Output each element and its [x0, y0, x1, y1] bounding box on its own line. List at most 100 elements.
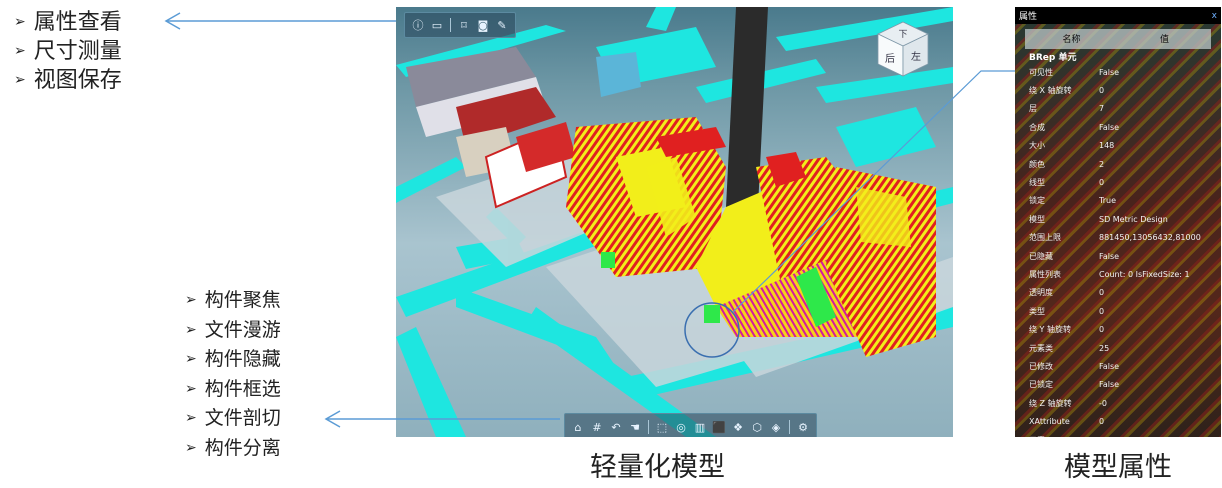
- property-row[interactable]: 可见性 False: [1015, 63, 1221, 81]
- property-value: 0: [1099, 325, 1105, 335]
- property-key: 绕 X 轴旋转: [1029, 86, 1072, 96]
- viewer-bottom-toolbar: ⌂ # ↶ ☚ ⬚ ◎ ▥ ⬛ ❖ ⬡ ◈ ⚙: [564, 413, 817, 437]
- view-cube-top-label[interactable]: 下: [898, 30, 907, 40]
- layers-icon[interactable]: ◈: [768, 419, 784, 435]
- view-cube-left-label[interactable]: 后: [885, 53, 895, 65]
- property-value: 0: [1099, 288, 1105, 298]
- hand-icon[interactable]: ☚: [627, 419, 643, 435]
- property-row[interactable]: 类型 0: [1015, 302, 1221, 320]
- property-key: 元素类: [1029, 343, 1053, 353]
- property-row[interactable]: 模型 SD Metric Design: [1015, 210, 1221, 228]
- close-icon[interactable]: x: [1212, 11, 1217, 21]
- feature-list-bottom: ➢ 构件聚焦 ➢ 文件漫游 ➢ 构件隐藏 ➢ 构件框选 ➢ 文件剖切 ➢ 构件分离: [185, 286, 281, 463]
- property-key: 线型: [1029, 178, 1045, 188]
- home-icon[interactable]: ⌂: [570, 419, 586, 435]
- model-scene[interactable]: [396, 7, 953, 437]
- property-row[interactable]: 锁定 True: [1015, 192, 1221, 210]
- explode-icon[interactable]: ❖: [730, 419, 746, 435]
- feature-bottom-item: ➢ 构件隐藏: [185, 345, 281, 375]
- property-value: -0: [1099, 398, 1107, 408]
- property-row[interactable]: 已修改 False: [1015, 357, 1221, 375]
- property-key: 绕 Z 轴旋转: [1029, 398, 1072, 408]
- feature-top-label: 属性查看: [33, 10, 122, 35]
- arrow-bullet-icon: ➢: [185, 351, 197, 367]
- property-row[interactable]: 颜色 2: [1015, 155, 1221, 173]
- arrow-bullet-icon: ➢: [14, 43, 26, 59]
- property-column-header: 名称 值: [1025, 29, 1211, 49]
- property-value: 0: [1099, 86, 1105, 96]
- camera-icon[interactable]: ◙: [475, 17, 491, 33]
- property-value: 0: [1099, 417, 1105, 427]
- feature-bottom-label: 构件分离: [204, 436, 281, 459]
- property-key: 元素 ID: [1015, 435, 1099, 438]
- property-value: Count: 0 IsFixedSize: 1: [1099, 269, 1190, 279]
- arrow-bullet-icon: ➢: [185, 439, 197, 456]
- property-row[interactable]: 大小 148: [1015, 137, 1221, 155]
- undo-icon[interactable]: ↶: [608, 419, 624, 435]
- feature-bottom-item: ➢ 构件分离: [185, 434, 281, 464]
- property-key: 绕 Y 轴旋转: [1029, 325, 1071, 335]
- feature-top-item: ➢ 视图保存: [14, 66, 122, 95]
- property-row[interactable]: 绕 Z 轴旋转 -0: [1015, 394, 1221, 412]
- property-value: 7: [1099, 104, 1105, 114]
- property-key: 模型: [1029, 214, 1045, 224]
- arrow-bullet-icon: ➢: [185, 380, 197, 397]
- feature-top-item: ➢ 尺寸测量: [14, 37, 122, 66]
- property-row[interactable]: 属性列表 Count: 0 IsFixedSize: 1: [1015, 265, 1221, 283]
- property-row[interactable]: 绕 Y 轴旋转 0: [1015, 320, 1221, 338]
- property-key: XAttribute: [1029, 417, 1070, 427]
- property-row[interactable]: 透明度 0: [1015, 284, 1221, 302]
- property-row[interactable]: 合成 False: [1015, 118, 1221, 136]
- property-group-title[interactable]: BRep 单元: [1029, 50, 1076, 63]
- property-row[interactable]: 已锁定 False: [1015, 376, 1221, 394]
- property-key: 合成: [1029, 122, 1045, 132]
- pencil-icon[interactable]: ✎: [494, 17, 510, 33]
- box-select-icon[interactable]: ⬚: [654, 419, 670, 435]
- properties-caption: 模型属性: [1064, 452, 1172, 483]
- property-row[interactable]: 绕 X 轴旋转 0: [1015, 81, 1221, 99]
- view-cube-right-label[interactable]: 左: [911, 50, 921, 63]
- property-row[interactable]: 已隐藏 False: [1015, 247, 1221, 265]
- property-key: 属性列表: [1029, 269, 1061, 279]
- feature-bottom-label: 构件聚焦: [204, 289, 281, 311]
- property-key: 类型: [1029, 306, 1045, 316]
- viewer-top-toolbar: ⓘ ▭ ⌑ ◙ ✎: [404, 12, 516, 38]
- arrow-left-icon: [164, 12, 181, 30]
- arrow-bullet-icon: ➢: [14, 72, 26, 88]
- feature-bottom-item: ➢ 文件漫游: [185, 316, 281, 346]
- cube-icon[interactable]: ⬛: [711, 419, 727, 435]
- property-value: 0: [1099, 178, 1105, 188]
- property-row[interactable]: 元素 ID5451471: [1015, 431, 1221, 438]
- property-row[interactable]: 线型 0: [1015, 173, 1221, 191]
- column-value-header[interactable]: 值: [1118, 29, 1211, 49]
- property-key: 锁定: [1029, 196, 1045, 206]
- cube-outline-icon[interactable]: ⬡: [749, 419, 765, 435]
- feature-bottom-label: 构件隐藏: [204, 348, 281, 370]
- property-panel-title: 属性: [1019, 12, 1038, 22]
- property-key: 范围上限: [1029, 233, 1061, 243]
- info-icon[interactable]: ⓘ: [410, 17, 426, 33]
- hide-icon[interactable]: ◎: [673, 419, 689, 435]
- property-panel: 属性 x 名称 值 BRep 单元 可见性 False 绕 X 轴旋转 0 层 7 合成 Fa…: [1015, 7, 1221, 437]
- model-viewer[interactable]: ⓘ ▭ ⌑ ◙ ✎ ⌂ # ↶ ☚ ⬚ ◎ ▥ ⬛ ❖ ⬡ ◈ ⚙ 下 后 左: [396, 7, 953, 437]
- column-name-header[interactable]: 名称: [1025, 29, 1118, 49]
- feature-bottom-label: 文件漫游: [204, 318, 281, 341]
- property-row[interactable]: 元素类 25: [1015, 339, 1221, 357]
- bookmark-icon[interactable]: ⌑: [456, 17, 472, 33]
- property-key: 大小: [1029, 141, 1045, 151]
- view-cube[interactable]: 下 后 左: [874, 20, 932, 78]
- property-value: False: [1099, 122, 1120, 132]
- property-value: False: [1099, 251, 1120, 261]
- toolbar-separator: [648, 420, 649, 434]
- feature-top-label: 尺寸测量: [33, 39, 122, 64]
- property-rows: 可见性 False 绕 X 轴旋转 0 层 7 合成 False 大小 148 颜色 2 线型 0 锁定 Tr…: [1015, 63, 1221, 437]
- property-value: 2: [1099, 159, 1105, 169]
- ruler-icon[interactable]: ▭: [429, 17, 445, 33]
- grid-icon[interactable]: #: [589, 419, 605, 435]
- section-icon[interactable]: ▥: [692, 419, 708, 435]
- property-row[interactable]: 范围上限 881450,13056432,81000: [1015, 229, 1221, 247]
- property-row[interactable]: 层7: [1015, 100, 1221, 118]
- property-key: 颜色: [1029, 159, 1045, 169]
- property-row[interactable]: XAttribute 0: [1015, 412, 1221, 430]
- settings-icon[interactable]: ⚙: [795, 419, 811, 435]
